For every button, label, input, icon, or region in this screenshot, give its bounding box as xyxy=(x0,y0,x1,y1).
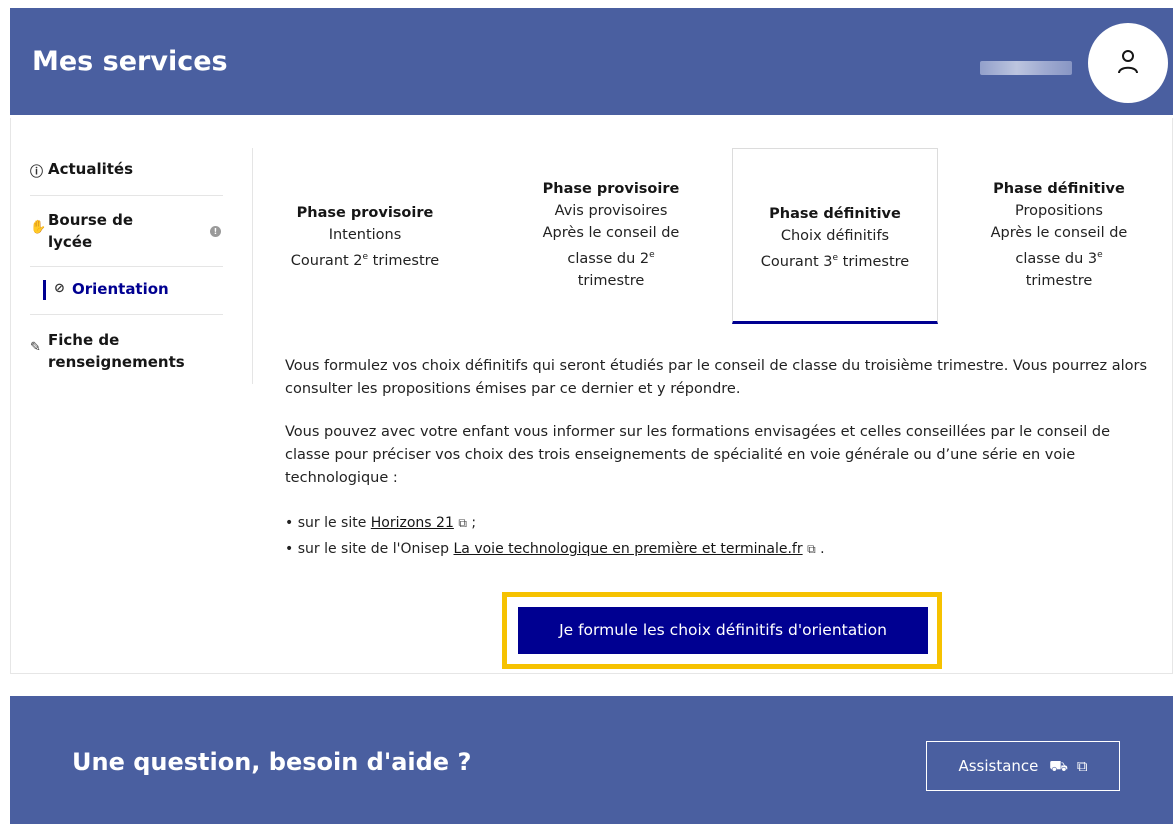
tab-phase-provisoire-intentions[interactable]: Phase provisoire Intentions Courant 2e t… xyxy=(262,148,468,324)
sidebar-item-label: Actualités xyxy=(48,160,134,178)
help-title: Une question, besoin d'aide ? xyxy=(72,748,472,776)
sidebar-item-label: Orientation xyxy=(72,280,169,298)
compass-icon: ⊘ xyxy=(54,281,65,296)
info-paragraph: Vous pouvez avec votre enfant vous infor… xyxy=(285,424,1110,486)
resource-list: • sur le site Horizons 21 ⧉ ; • sur le s… xyxy=(285,510,1155,562)
external-link-icon: ⧉ xyxy=(1076,757,1088,775)
user-icon xyxy=(1118,50,1138,74)
phase-tabs: Phase provisoire Intentions Courant 2e t… xyxy=(262,148,1162,324)
sidebar-nav: ⓘ Actualités ✋ Bourse de lycée ! ⊘ Orient… xyxy=(30,150,223,375)
sidebar-item-label: Fiche de renseignements xyxy=(48,331,185,371)
tab-phase-definitive-propositions[interactable]: Phase définitive Propositions Après le c… xyxy=(956,148,1162,324)
tab-phase-provisoire-avis[interactable]: Phase provisoire Avis provisoires Après … xyxy=(508,148,714,324)
edit-icon: ✎ xyxy=(30,340,41,355)
user-account-button[interactable] xyxy=(1088,23,1168,103)
hand-coins-icon: ✋ xyxy=(30,220,47,235)
list-item: • sur le site de l'Onisep La voie techno… xyxy=(285,541,825,557)
sidebar-divider xyxy=(252,148,253,384)
info-icon: ⓘ xyxy=(30,165,44,180)
intro-paragraph: Vous formulez vos choix définitifs qui s… xyxy=(285,358,1147,397)
external-link-icon: ⧉ xyxy=(807,542,816,556)
phase-content: Vous formulez vos choix définitifs qui s… xyxy=(285,355,1155,562)
sidebar-item-fiche[interactable]: ✎ Fiche de renseignements xyxy=(30,315,223,375)
sidebar-item-orientation[interactable]: ⊘ Orientation xyxy=(30,267,223,315)
sidebar-item-label: Bourse de lycée xyxy=(48,211,134,251)
external-link-icon: ⧉ xyxy=(458,516,467,530)
sidebar-item-bourse[interactable]: ✋ Bourse de lycée ! xyxy=(30,196,223,267)
help-footer: Une question, besoin d'aide ? Assistance… xyxy=(10,696,1173,824)
onisep-link[interactable]: La voie technologique en première et ter… xyxy=(454,541,803,557)
header-banner: Mes services xyxy=(10,8,1173,115)
tab-phase-definitive-choix[interactable]: Phase définitive Choix définitifs Couran… xyxy=(732,148,938,324)
assistance-button[interactable]: Assistance ⛟ ⧉ xyxy=(926,741,1120,791)
username-redacted xyxy=(980,61,1072,75)
support-icon: ⛟ xyxy=(1049,757,1069,775)
alert-badge: ! xyxy=(210,226,221,237)
sidebar-item-actualites[interactable]: ⓘ Actualités xyxy=(30,150,223,196)
list-item: • sur le site Horizons 21 ⧉ ; xyxy=(285,515,477,531)
active-indicator xyxy=(43,280,46,300)
choix-definitifs-button[interactable]: Je formule les choix définitifs d'orient… xyxy=(518,607,928,654)
page-title: Mes services xyxy=(32,46,228,77)
horizons21-link[interactable]: Horizons 21 xyxy=(371,515,454,531)
